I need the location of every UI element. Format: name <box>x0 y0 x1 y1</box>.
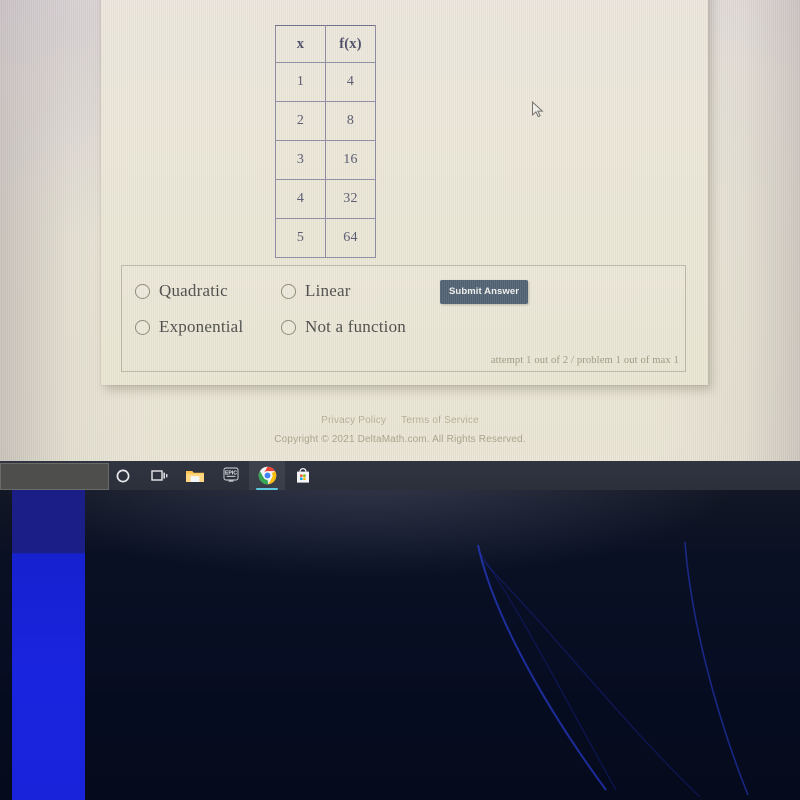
option-label: Not a function <box>305 317 406 336</box>
taskbar-item-microsoft-store[interactable] <box>285 461 321 490</box>
table-cell-x: 1 <box>275 62 326 102</box>
function-table: x f(x) 1 4 2 8 3 16 4 32 5 64 <box>275 25 376 258</box>
table-row: 3 16 <box>275 140 376 180</box>
taskbar-item-epic-games[interactable]: EPIC <box>213 461 249 490</box>
table-cell-x: 3 <box>275 140 326 180</box>
cortana-circle-icon <box>116 469 130 482</box>
privacy-policy-link[interactable]: Privacy Policy <box>321 415 386 426</box>
option-exponential[interactable]: Exponential <box>135 317 243 337</box>
table-header-x: x <box>275 25 326 63</box>
radio-button-icon[interactable] <box>135 319 150 335</box>
dark-background-area <box>0 490 800 800</box>
submit-answer-button[interactable]: Submit Answer <box>440 280 529 304</box>
table-row: 4 32 <box>275 179 376 219</box>
radio-button-icon[interactable] <box>281 283 296 299</box>
table-cell-fx: 4 <box>325 62 376 102</box>
table-row: 5 64 <box>275 218 376 258</box>
table-cell-fx: 64 <box>325 218 376 258</box>
answer-choices-panel: Quadratic Linear Exponential Not a funct… <box>121 265 686 372</box>
taskbar-item-task-view[interactable] <box>141 461 177 490</box>
blue-light-streaks <box>477 541 749 798</box>
table-cell-x: 2 <box>275 101 326 141</box>
terms-of-service-link[interactable]: Terms of Service <box>401 415 479 426</box>
table-cell-x: 5 <box>275 218 326 258</box>
table-row: 2 8 <box>275 101 376 141</box>
option-quadratic[interactable]: Quadratic <box>135 281 228 301</box>
option-label: Linear <box>305 281 351 300</box>
radio-button-icon[interactable] <box>281 319 296 335</box>
photo-of-laptop-screen: x f(x) 1 4 2 8 3 16 4 32 5 64 Quadratic … <box>0 0 800 800</box>
task-view-icon <box>150 469 167 481</box>
option-not-a-function[interactable]: Not a function <box>281 317 406 337</box>
svg-text:EPIC: EPIC <box>225 470 237 476</box>
footer-copyright: Copyright © 2021 DeltaMath.com. All Righ… <box>274 434 526 445</box>
table-cell-fx: 16 <box>325 140 376 180</box>
radio-button-icon[interactable] <box>135 283 150 299</box>
epic-games-icon: EPIC <box>223 467 239 482</box>
taskbar-search-input[interactable] <box>0 463 109 490</box>
table-cell-fx: 32 <box>325 179 376 219</box>
option-label: Quadratic <box>159 281 228 300</box>
page-footer: Privacy Policy Terms of Service Copyrigh… <box>0 415 800 445</box>
taskbar-item-cortana[interactable] <box>105 461 141 490</box>
google-chrome-icon <box>258 466 276 485</box>
table-header-row: x f(x) <box>275 25 376 63</box>
table-row: 1 4 <box>275 62 376 102</box>
taskbar-item-google-chrome[interactable] <box>249 461 285 490</box>
table-cell-fx: 8 <box>325 101 376 141</box>
windows-taskbar: EPIC <box>0 461 800 490</box>
table-cell-x: 4 <box>275 179 326 219</box>
attempt-status: attempt 1 out of 2 / problem 1 out of ma… <box>490 355 679 366</box>
laptop-screen: x f(x) 1 4 2 8 3 16 4 32 5 64 Quadratic … <box>0 0 800 461</box>
table-header-fx: f(x) <box>325 25 376 63</box>
file-explorer-icon <box>186 470 204 482</box>
footer-links: Privacy Policy Terms of Service <box>0 415 800 426</box>
option-linear[interactable]: Linear <box>281 281 351 301</box>
microsoft-store-icon <box>297 468 309 483</box>
taskbar-item-file-explorer[interactable] <box>177 461 213 490</box>
option-label: Exponential <box>159 317 244 336</box>
deltamath-problem-card: x f(x) 1 4 2 8 3 16 4 32 5 64 Quadratic … <box>101 0 708 385</box>
